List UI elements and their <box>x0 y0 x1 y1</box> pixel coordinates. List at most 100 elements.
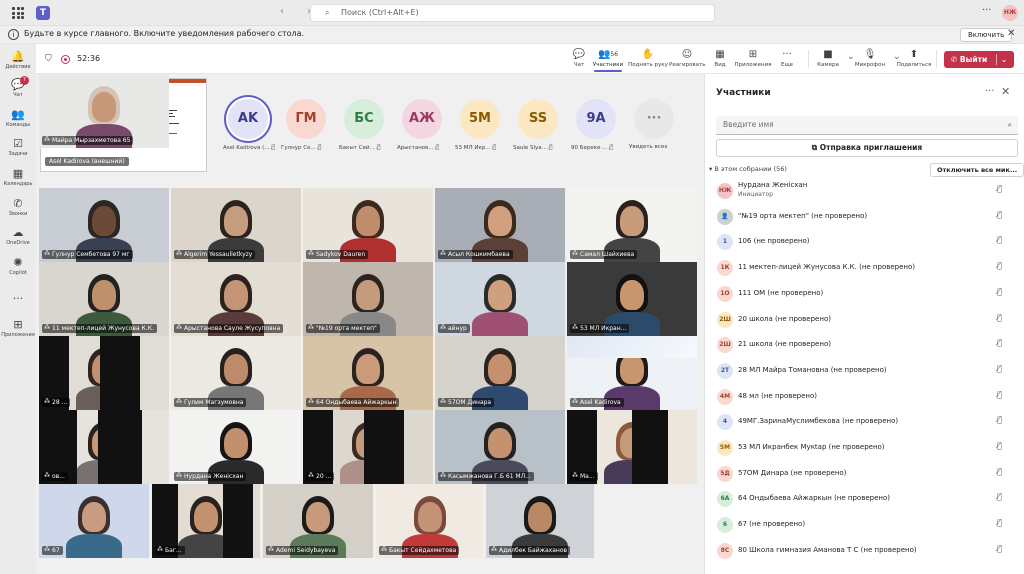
mic-off-icon[interactable]: 🎙̸ <box>997 235 1002 244</box>
close-icon[interactable]: ✕ <box>1007 28 1015 39</box>
mic-off-icon[interactable]: 🎙̸ <box>997 184 1002 193</box>
participant-row[interactable]: 1 106 (не проверено) 🎙̸ <box>705 229 1024 254</box>
participant-row[interactable]: НЖ Нурдана Женiсхан Инициатор 🎙̸ <box>705 178 1024 203</box>
rail-item[interactable]: 👥 Команды <box>0 108 36 128</box>
participant-avatar[interactable]: БС <box>344 99 384 139</box>
control-grid[interactable]: ▦ Вид <box>705 48 735 68</box>
video-tile[interactable]: 53 МЛ Икран... <box>567 262 697 336</box>
mic-off-icon[interactable]: 🎙̸ <box>997 261 1002 270</box>
participant-avatar[interactable]: AK <box>228 99 268 139</box>
video-tile[interactable]: 28 ... <box>39 336 169 410</box>
participant-name: Нурдана Женiсхан <box>738 181 808 189</box>
participant-row[interactable]: 4 49МГ.ЗаринаМуслимбекова (не проверено) 🎙… <box>705 409 1024 434</box>
more-options-icon[interactable]: ··· <box>982 5 992 16</box>
participant-row[interactable]: 6 67 (не проверено) 🎙̸ <box>705 512 1024 537</box>
rail-item[interactable]: 💬 7 Чат <box>0 76 36 98</box>
participant-row[interactable]: 2Ш 20 школа (не проверено) 🎙̸ <box>705 307 1024 332</box>
participant-row[interactable]: 2Т 28 МЛ Майра Томановна (не проверено) 🎙̸ <box>705 358 1024 383</box>
search-box[interactable]: ⌕ Поиск (Ctrl+Alt+E) <box>310 4 715 22</box>
mic-off-icon[interactable]: 🎙̸ <box>997 441 1002 450</box>
user-avatar[interactable]: НЖ <box>1002 5 1018 21</box>
control-hand[interactable]: ✋ Поднять руку <box>628 48 668 68</box>
control-share[interactable]: ⬆ Поделиться <box>894 48 934 68</box>
app-launcher-icon[interactable] <box>12 7 24 19</box>
video-tile[interactable]: 11 мектеп-лицей Жунусова К.К. <box>39 262 169 336</box>
leave-button[interactable]: ✆ Выйти ⌄ <box>944 51 1014 68</box>
participant-avatar[interactable]: SS <box>518 99 558 139</box>
participant-avatar[interactable]: ГМ <box>286 99 326 139</box>
participant-row[interactable]: 👤 "№19 орта мектеп" (не проверено) 🎙̸ <box>705 204 1024 229</box>
mic-off-icon[interactable]: 🎙̸ <box>997 518 1002 527</box>
participant-row[interactable]: 2Ш 21 школа (не проверено) 🎙̸ <box>705 332 1024 357</box>
mic-off-icon[interactable]: 🎙̸ <box>997 492 1002 501</box>
video-tile[interactable]: Ademi Seidybayeva <box>263 484 373 558</box>
mute-all-button[interactable]: Отключить все мик... <box>930 163 1024 177</box>
video-tile[interactable]: 67 <box>39 484 149 558</box>
participant-avatar[interactable]: 9А <box>576 99 616 139</box>
more-options-icon[interactable]: ··· <box>985 86 995 97</box>
participant-row[interactable]: 5Д 57ОМ Динара (не проверено) 🎙̸ <box>705 461 1024 486</box>
video-tile[interactable]: Адилбек Байжаханов <box>486 484 594 558</box>
section-header[interactable]: ▾ В этом собрании (56) <box>709 165 787 173</box>
participant-name-text: Бакыт Сей... <box>339 145 375 151</box>
video-tile[interactable]: Самал Шайхиева <box>567 188 697 262</box>
rail-item[interactable]: ✆ Звонки <box>0 197 36 217</box>
video-tile[interactable]: Арыстанова Сауле Жусуповна <box>171 262 301 336</box>
chevron-down-icon[interactable]: ⌄ <box>1001 51 1007 68</box>
participant-avatar[interactable]: 5М <box>460 99 500 139</box>
video-tile[interactable]: Майра Мырзахметова 65 <box>39 74 169 148</box>
mic-off-icon[interactable]: 🎙̸ <box>997 415 1002 424</box>
rail-item[interactable]: ··· <box>0 292 36 306</box>
video-tile[interactable]: Sadykov Dauren <box>303 188 433 262</box>
mic-off-icon[interactable]: 🎙̸ <box>997 467 1002 476</box>
video-tile[interactable]: 57ОМ Динара <box>435 336 565 410</box>
mic-off-icon[interactable]: 🎙̸ <box>997 338 1002 347</box>
video-name-label: "№19 орта мектеп" <box>306 324 380 333</box>
control-more[interactable]: ··· Еще <box>772 48 802 68</box>
video-tile[interactable]: 20 ... <box>303 410 433 484</box>
participant-avatar[interactable]: ··· <box>634 99 674 139</box>
mic-off-icon[interactable]: 🎙̸ <box>997 313 1002 322</box>
video-tile[interactable]: Бакыт Сейдахметова <box>376 484 483 558</box>
participant-row[interactable]: 1О 111 ОМ (не проверено) 🎙̸ <box>705 281 1024 306</box>
participant-row[interactable]: 5М 53 МЛ Икранбек Мукtар (не проверено) 🎙̸ <box>705 435 1024 460</box>
video-tile[interactable]: айнур <box>435 262 565 336</box>
video-tile[interactable]: "№19 орта мектеп" <box>303 262 433 336</box>
participant-row[interactable]: 6А 64 Ондыбаева Айжаркын (не проверено) 🎙̸ <box>705 486 1024 511</box>
control-mic-off[interactable]: 🎙 Микрофон <box>849 48 891 68</box>
video-tile[interactable]: Asel Kadirova <box>567 336 697 410</box>
close-icon[interactable]: ✕ <box>1001 85 1010 98</box>
video-tile[interactable]: Гулим Магзумовна <box>171 336 301 410</box>
invite-input[interactable]: Введите имя ⌕ <box>716 116 1018 135</box>
enable-notifications-button[interactable]: Включить <box>960 28 1013 42</box>
participant-avatar[interactable]: АЖ <box>402 99 442 139</box>
control-plus-box[interactable]: ⊞ Приложения <box>734 48 772 68</box>
rail-item[interactable]: 🔔 Действие <box>0 50 36 70</box>
video-tile[interactable]: Нурдана Женiсхан <box>171 410 301 484</box>
rail-item[interactable]: ☁ OneDrive <box>0 226 36 246</box>
mic-off-icon[interactable]: 🎙̸ <box>997 210 1002 219</box>
mic-off-icon[interactable]: 🎙̸ <box>997 364 1002 373</box>
video-tile[interactable]: Гулнур Сембетова 97 мг <box>39 188 169 262</box>
control-people[interactable]: 👥56 Участники <box>590 48 626 72</box>
rail-item[interactable]: ☑ Задачи <box>0 137 36 157</box>
video-tile[interactable]: 64 Ондыбаева Айжаркын <box>303 336 433 410</box>
share-invite-button[interactable]: ⧉ Отправка приглашения <box>716 139 1018 157</box>
video-tile[interactable]: Касымжанова Г.Б 61 МЛ... <box>435 410 565 484</box>
participant-row[interactable]: 4М 48 мл (не проверено) 🎙̸ <box>705 384 1024 409</box>
rail-item[interactable]: ⊞ Приложения <box>0 318 36 338</box>
rail-item[interactable]: ▦ Календарь <box>0 167 36 187</box>
video-tile[interactable]: Баг... <box>152 484 260 558</box>
participant-row[interactable]: 8С 80 Школа гимназия Аманова Т С (не пров… <box>705 538 1024 563</box>
participant-row[interactable]: 1К 11 мектеп-лицей Жунусова К.К. (не пров… <box>705 255 1024 280</box>
video-tile[interactable]: Асыл Кошкимбаева <box>435 188 565 262</box>
mic-off-icon[interactable]: 🎙̸ <box>997 390 1002 399</box>
control-camera[interactable]: ■ Камера <box>811 48 845 68</box>
mic-off-icon[interactable]: 🎙̸ <box>997 287 1002 296</box>
mic-off-icon[interactable]: 🎙̸ <box>997 544 1002 553</box>
video-tile[interactable]: Algerim Yessaulietkyzy <box>171 188 301 262</box>
rail-item[interactable]: ✺ Copilot <box>0 256 36 276</box>
control-emoji[interactable]: ☺ Реагировать <box>669 48 705 68</box>
video-tile[interactable]: ов... <box>39 410 169 484</box>
video-tile[interactable]: Ма... <box>567 410 697 484</box>
